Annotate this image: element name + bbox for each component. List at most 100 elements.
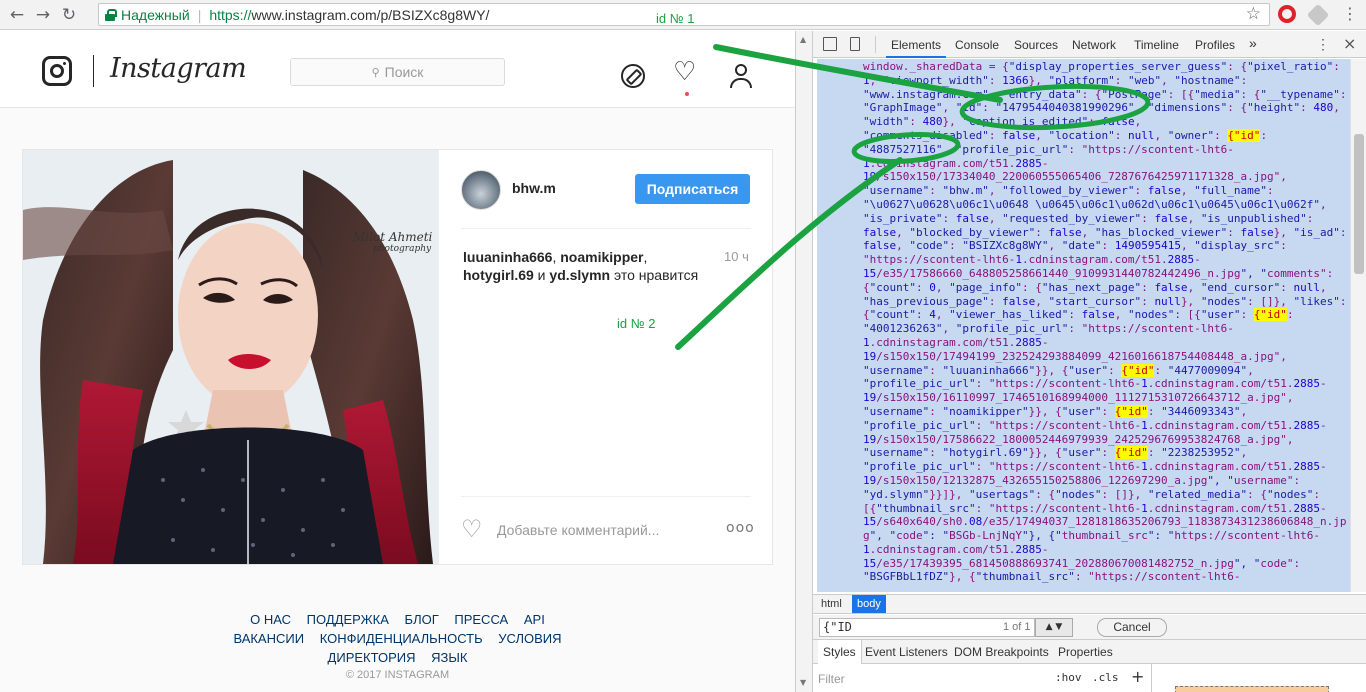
code-literal: false bbox=[1002, 128, 1036, 142]
code-line: 1.cdninstagram.com/t51.2885- bbox=[863, 156, 1049, 170]
code-string: "pixel_ratio" bbox=[1247, 60, 1334, 73]
tab-event-listeners[interactable]: Event Listeners bbox=[865, 645, 948, 659]
like-user-1[interactable]: luuaninha666 bbox=[463, 249, 552, 265]
code-line: 19/s150x150/17494199_232524293884099_421… bbox=[863, 349, 1287, 363]
reload-icon[interactable]: ↻ bbox=[56, 2, 82, 28]
bookmark-star-icon[interactable]: ☆ bbox=[1246, 4, 1261, 24]
code-line: 15/s640x640/sh0.08/e35/17494037_12818186… bbox=[863, 515, 1347, 529]
explore-compass-icon[interactable] bbox=[621, 64, 645, 88]
code-string: "BSGFBbL1fDZ" bbox=[863, 570, 950, 584]
scrollbar-thumb[interactable] bbox=[1354, 134, 1364, 274]
styles-filter-input[interactable]: Filter bbox=[818, 672, 845, 686]
opera-icon[interactable] bbox=[1278, 5, 1296, 23]
like-heart-icon[interactable]: ♡ bbox=[461, 517, 483, 541]
footer-link-terms[interactable]: УСЛОВИЯ bbox=[498, 631, 561, 646]
tab-profiles[interactable]: Profiles bbox=[1195, 38, 1235, 52]
footer-link-support[interactable]: ПОДДЕРЖКА bbox=[307, 612, 389, 627]
code-string: "profile_pic_url" bbox=[863, 460, 976, 474]
forward-icon[interactable]: → bbox=[30, 2, 56, 28]
code-string: "3446093343" bbox=[1161, 404, 1241, 418]
footer-link-jobs[interactable]: ВАКАНСИИ bbox=[233, 631, 304, 646]
scroll-down-icon[interactable]: ▼ bbox=[800, 678, 806, 687]
code-string: "start_cursor" bbox=[1048, 294, 1142, 308]
device-mode-icon[interactable] bbox=[850, 37, 860, 51]
search-match: {"id" bbox=[1227, 128, 1261, 142]
tab-dom-breakpoints[interactable]: DOM Breakpoints bbox=[954, 645, 1049, 659]
like-user-2[interactable]: noamikipper bbox=[560, 249, 643, 265]
back-icon[interactable]: ← bbox=[4, 2, 30, 28]
instagram-camera-icon[interactable] bbox=[42, 56, 72, 86]
profile-icon[interactable] bbox=[729, 64, 753, 88]
code-literal: 0 bbox=[929, 280, 936, 294]
instagram-wordmark[interactable]: Instagram bbox=[110, 53, 247, 84]
code-literal: 480 bbox=[922, 115, 943, 129]
breadcrumb-html[interactable]: html bbox=[821, 598, 842, 610]
menu-icon[interactable]: ⋮ bbox=[1342, 4, 1358, 23]
scroll-up-icon[interactable]: ▲ bbox=[800, 35, 806, 44]
code-line: false, "code": "BSIZXc8g8WY", "date": 14… bbox=[863, 239, 1287, 253]
post-username[interactable]: bhw.m bbox=[512, 180, 556, 196]
code-string: "has_next_page" bbox=[1041, 280, 1142, 294]
code-string: "entry_data" bbox=[1002, 87, 1082, 101]
devtools-menu-icon[interactable]: ⋮ bbox=[1316, 36, 1330, 53]
lock-icon bbox=[105, 8, 117, 21]
follow-button[interactable]: Подписаться bbox=[635, 174, 750, 204]
footer-row-1: О НАС ПОДДЕРЖКА БЛОГ ПРЕССА API bbox=[0, 612, 795, 631]
like-user-4[interactable]: yd.slymn bbox=[549, 267, 610, 283]
like-user-3[interactable]: hotygirl.69 bbox=[463, 267, 534, 283]
code-string: "requested_by_viewer" bbox=[1002, 211, 1142, 225]
footer-link-directory[interactable]: ДИРЕКТОРИЯ bbox=[328, 650, 416, 665]
extension-icon[interactable] bbox=[1306, 3, 1330, 27]
code-literal: 2885 bbox=[1015, 156, 1042, 170]
footer-link-language[interactable]: ЯЗЫК bbox=[431, 650, 467, 665]
elements-tree[interactable]: window._sharedData = {"display_propertie… bbox=[813, 59, 1366, 592]
code-string: "nodes" bbox=[1055, 487, 1102, 501]
footer-link-about[interactable]: О НАС bbox=[250, 612, 291, 627]
code-string: "height" bbox=[1247, 101, 1301, 115]
class-toggle[interactable]: .cls bbox=[1092, 671, 1119, 684]
tab-sources[interactable]: Sources bbox=[1014, 38, 1058, 52]
breadcrumb-body[interactable]: body bbox=[852, 595, 886, 613]
tab-network[interactable]: Network bbox=[1072, 38, 1116, 52]
tab-timeline[interactable]: Timeline bbox=[1134, 38, 1179, 52]
tab-elements[interactable]: Elements bbox=[891, 38, 941, 52]
search-match: {"id" bbox=[1253, 308, 1287, 322]
code-line: 1, "viewport_width": 1366}, "platform": … bbox=[863, 73, 1248, 87]
tab-console[interactable]: Console bbox=[955, 38, 999, 52]
panel-splitter[interactable]: ▲ ▼ bbox=[795, 31, 813, 692]
code-literal: 15 bbox=[863, 266, 877, 280]
post-time[interactable]: 10 ч bbox=[724, 249, 749, 264]
close-icon[interactable]: × bbox=[1343, 34, 1356, 53]
tab-styles[interactable]: Styles bbox=[818, 640, 862, 664]
footer-link-press[interactable]: ПРЕССА bbox=[454, 612, 508, 627]
code-literal: 1366 bbox=[1002, 73, 1029, 87]
search-input[interactable]: ⚲ Поиск bbox=[290, 58, 505, 86]
code-literal: 08 bbox=[968, 515, 983, 529]
footer-link-api[interactable]: API bbox=[524, 612, 545, 627]
photo-watermark: Milot Ahmeti photography bbox=[353, 230, 432, 254]
comment-input[interactable]: Добавьте комментарий... bbox=[497, 522, 659, 538]
more-tabs-icon[interactable]: » bbox=[1249, 35, 1257, 51]
code-line: "\u0627\u0628\u06c1\u0648 \u0645\u06c1\u… bbox=[863, 197, 1327, 211]
post-sidebar: bhw.m Подписаться luuaninha666, noamikip… bbox=[438, 150, 773, 564]
find-prev-next-buttons[interactable]: ▲ ▼ bbox=[1035, 618, 1073, 637]
code-string: "is_unpublished" bbox=[1200, 211, 1307, 225]
elements-scrollbar[interactable] bbox=[1350, 59, 1366, 592]
footer-link-privacy[interactable]: КОНФИДЕНЦИАЛЬНОСТЬ bbox=[320, 631, 483, 646]
code-string: "nodes" bbox=[1127, 308, 1175, 322]
box-model-margin bbox=[1175, 686, 1329, 692]
add-rule-icon[interactable]: + bbox=[1131, 667, 1144, 686]
avatar[interactable] bbox=[461, 170, 501, 210]
activity-heart-icon[interactable]: ♡ bbox=[673, 59, 696, 85]
code-string: "is_private" bbox=[863, 211, 943, 225]
code-line: "profile_pic_url": "https://scontent-lht… bbox=[863, 460, 1327, 474]
hover-state-toggle[interactable]: :hov bbox=[1055, 671, 1082, 684]
post-photo[interactable]: Milot Ahmeti photography bbox=[23, 150, 438, 564]
tab-properties[interactable]: Properties bbox=[1058, 645, 1113, 659]
footer-link-blog[interactable]: БЛОГ bbox=[405, 612, 439, 627]
inspect-element-icon[interactable] bbox=[823, 37, 837, 51]
more-options-icon[interactable]: ooo bbox=[726, 520, 755, 536]
active-tab-indicator bbox=[886, 56, 946, 58]
find-cancel-button[interactable]: Cancel bbox=[1097, 618, 1167, 637]
code-literal: 2885 bbox=[1293, 501, 1321, 515]
